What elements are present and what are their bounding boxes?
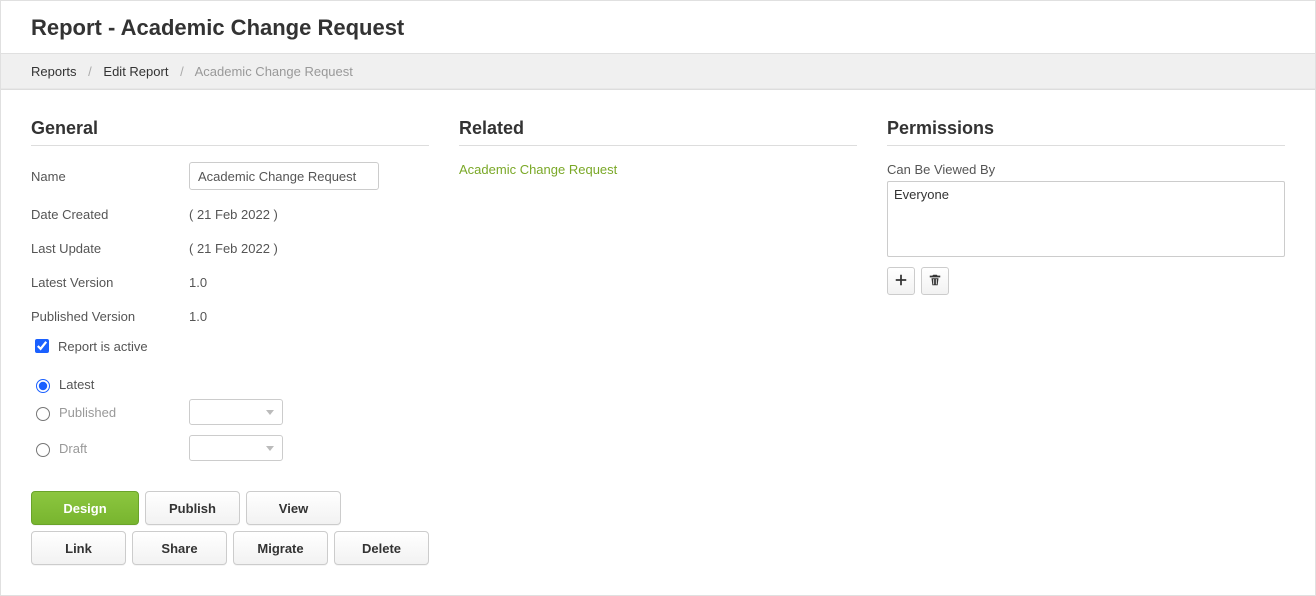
date-created-value: ( 21 Feb 2022 ) (189, 207, 278, 222)
published-version-select[interactable] (189, 399, 283, 425)
design-button[interactable]: Design (31, 491, 139, 525)
breadcrumb-sep: / (180, 64, 184, 79)
breadcrumb-edit-report[interactable]: Edit Report (103, 64, 168, 79)
divider (31, 145, 429, 146)
delete-button[interactable]: Delete (334, 531, 429, 565)
radio-draft-label: Draft (59, 441, 87, 456)
general-heading: General (31, 118, 429, 139)
add-permission-button[interactable] (887, 267, 915, 295)
breadcrumb: Reports / Edit Report / Academic Change … (1, 54, 1315, 90)
published-version-label: Published Version (31, 309, 189, 324)
link-button[interactable]: Link (31, 531, 126, 565)
breadcrumb-sep: / (88, 64, 92, 79)
draft-version-select[interactable] (189, 435, 283, 461)
migrate-button[interactable]: Migrate (233, 531, 328, 565)
breadcrumb-current: Academic Change Request (195, 64, 353, 79)
permissions-heading: Permissions (887, 118, 1285, 139)
last-update-label: Last Update (31, 241, 189, 256)
latest-version-label: Latest Version (31, 275, 189, 290)
name-label: Name (31, 169, 189, 184)
last-update-value: ( 21 Feb 2022 ) (189, 241, 278, 256)
related-link[interactable]: Academic Change Request (459, 162, 617, 177)
viewed-by-label: Can Be Viewed By (887, 162, 1285, 177)
radio-latest[interactable] (36, 379, 50, 393)
page-title: Report - Academic Change Request (31, 15, 1285, 41)
radio-published-label: Published (59, 405, 116, 420)
plus-icon (894, 273, 908, 290)
breadcrumb-reports[interactable]: Reports (31, 64, 77, 79)
report-active-checkbox[interactable] (35, 339, 49, 353)
date-created-label: Date Created (31, 207, 189, 222)
publish-button[interactable]: Publish (145, 491, 240, 525)
viewed-by-listbox[interactable]: Everyone (887, 181, 1285, 257)
list-item[interactable]: Everyone (894, 186, 1278, 203)
latest-version-value: 1.0 (189, 275, 207, 290)
trash-icon (928, 273, 942, 290)
radio-draft[interactable] (36, 443, 50, 457)
divider (887, 145, 1285, 146)
published-version-value: 1.0 (189, 309, 207, 324)
name-input[interactable] (189, 162, 379, 190)
related-heading: Related (459, 118, 857, 139)
report-active-label: Report is active (58, 339, 148, 354)
radio-latest-label: Latest (59, 377, 94, 392)
view-button[interactable]: View (246, 491, 341, 525)
radio-published[interactable] (36, 407, 50, 421)
remove-permission-button[interactable] (921, 267, 949, 295)
divider (459, 145, 857, 146)
share-button[interactable]: Share (132, 531, 227, 565)
